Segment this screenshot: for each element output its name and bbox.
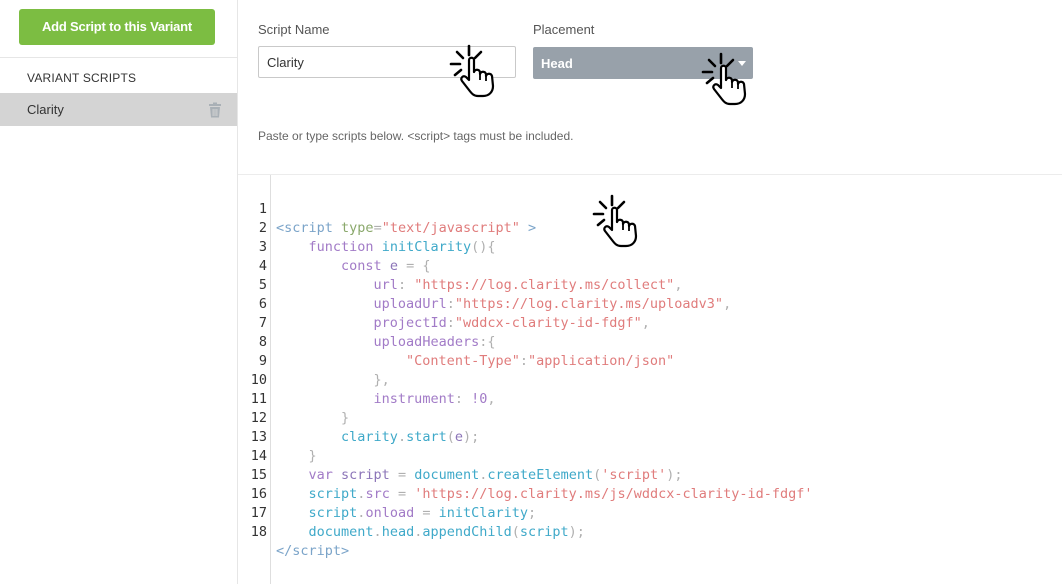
code-line: 6 projectId:"wddcx-clarity-id-fdgf", xyxy=(238,276,1062,331)
code-line: 10 instrument: !0, xyxy=(238,352,1062,407)
editor-hint: Paste or type scripts below. <script> ta… xyxy=(258,129,574,143)
trash-icon[interactable] xyxy=(208,102,222,118)
placement-select[interactable]: Head xyxy=(533,47,753,79)
code-line: 18 </script> xyxy=(238,504,1062,559)
code-text: document.head.appendChild(script); xyxy=(308,524,585,540)
code-line: 14 var script = document.createElement('… xyxy=(238,428,1062,483)
script-name-label: Script Name xyxy=(258,22,330,37)
variant-scripts-heading: VARIANT SCRIPTS xyxy=(27,71,137,85)
code-editor[interactable]: 1 <script type="text/javascript" > 2 fun… xyxy=(238,175,1062,584)
sidebar-divider xyxy=(0,57,237,58)
code-line: 2 function initClarity(){ xyxy=(238,200,1062,255)
code-line: 11 } xyxy=(238,371,1062,426)
code-line: 7 uploadHeaders:{ xyxy=(238,295,1062,350)
code-line: 9 }, xyxy=(238,333,1062,388)
code-line: 1 <script type="text/javascript" > xyxy=(238,181,1062,236)
code-line: 4 url: "https://log.clarity.ms/collect", xyxy=(238,238,1062,293)
sidebar-item-label: Clarity xyxy=(27,102,64,117)
code-line: 3 const e = { xyxy=(238,219,1062,274)
chevron-down-icon xyxy=(738,61,746,66)
code-line: 13 } xyxy=(238,409,1062,464)
code-line: 12 clarity.start(e); xyxy=(238,390,1062,445)
code-line: 15 script.src = 'https://log.clarity.ms/… xyxy=(238,447,1062,502)
code-line: 5 uploadUrl:"https://log.clarity.ms/uplo… xyxy=(238,257,1062,312)
code-line: 16 script.onload = initClarity; xyxy=(238,466,1062,521)
add-script-button[interactable]: Add Script to this Variant xyxy=(19,9,215,45)
code-line: 17 document.head.appendChild(script); xyxy=(238,485,1062,540)
code-line: 8 "Content-Type":"application/json" xyxy=(238,314,1062,369)
placement-label: Placement xyxy=(533,22,595,37)
sidebar-item-clarity[interactable]: Clarity xyxy=(0,93,237,126)
code-text: </script> xyxy=(276,543,350,559)
line-number: 18 xyxy=(250,524,267,540)
sidebar: Add Script to this Variant VARIANT SCRIP… xyxy=(0,0,238,584)
placement-value: Head xyxy=(541,56,573,71)
app: Add Script to this Variant VARIANT SCRIP… xyxy=(0,0,1062,584)
script-name-input[interactable] xyxy=(258,46,516,78)
